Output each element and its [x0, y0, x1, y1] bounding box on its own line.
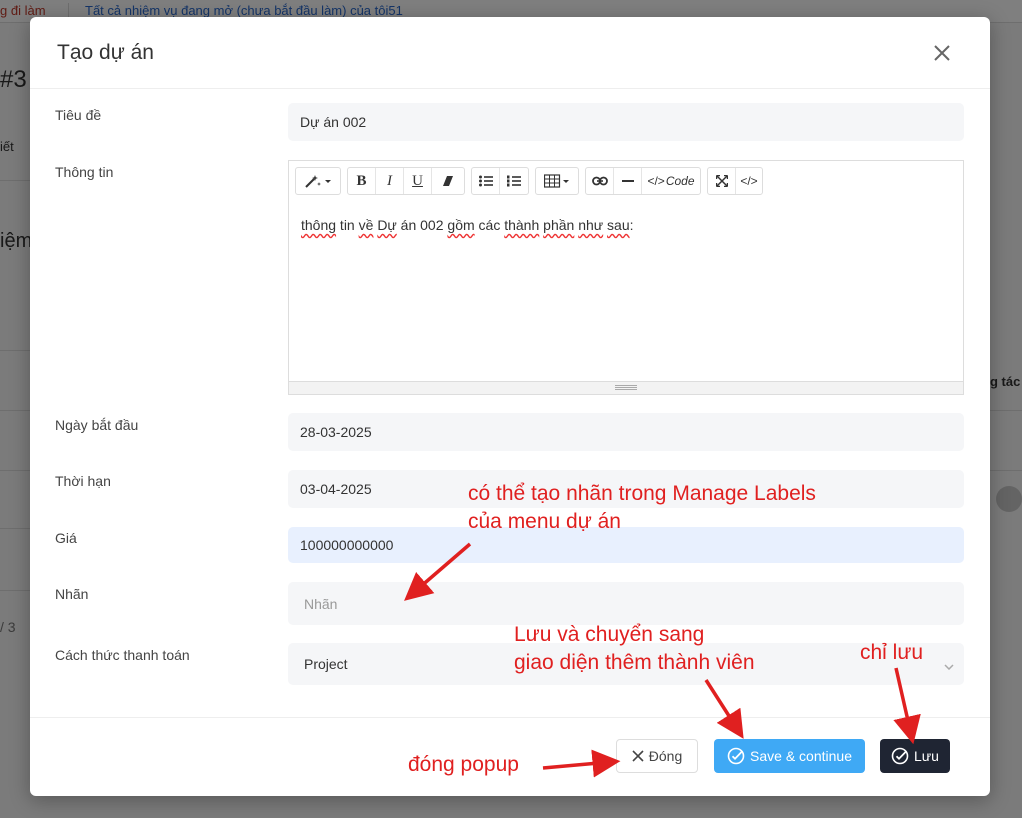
- annotation-save-continue-line1: Lưu và chuyển sang: [514, 623, 705, 646]
- modal-title: Tạo dự án: [57, 41, 154, 64]
- save-continue-label: Save & continue: [750, 748, 852, 764]
- payment-method-value: Project: [304, 656, 348, 672]
- bold-icon[interactable]: B: [348, 168, 376, 194]
- font-style-group: B I U: [347, 167, 465, 195]
- view-group: </>: [707, 167, 763, 195]
- start-date-input[interactable]: 28-03-2025: [288, 413, 964, 451]
- bullet-list-icon[interactable]: [472, 168, 500, 194]
- code-icon: </>: [647, 174, 665, 188]
- modal-header: Tạo dự án: [30, 17, 990, 89]
- annotation-labels-line2: của menu dự án: [468, 510, 621, 533]
- editor-text-part: sau: [607, 217, 630, 233]
- price-input[interactable]: 100000000000: [288, 527, 964, 563]
- deadline-value: 03-04-2025: [300, 481, 372, 497]
- editor-text-part: thông: [301, 217, 337, 233]
- source-code-icon[interactable]: </>: [736, 168, 762, 194]
- editor-text-part: như: [578, 217, 604, 233]
- title-input-value: Dự án 002: [300, 114, 367, 130]
- x-icon: [632, 750, 644, 762]
- editor-text-part: gồm: [447, 217, 475, 233]
- editor-toolbar: B I U </> Code </>: [295, 167, 955, 195]
- save-continue-button[interactable]: Save & continue: [714, 739, 865, 773]
- underline-icon[interactable]: U: [404, 168, 432, 194]
- labels-placeholder: Nhãn: [304, 595, 338, 612]
- close-button[interactable]: Đóng: [616, 739, 698, 773]
- annotation-close-popup: đóng popup: [408, 753, 519, 776]
- title-label: Tiêu đề: [55, 107, 102, 123]
- editor-text-part: về: [358, 217, 374, 233]
- labels-label: Nhãn: [55, 586, 89, 602]
- editor-text-part: Dự: [377, 217, 397, 233]
- create-project-modal: Tạo dự án Tiêu đề Dự án 002 Thông tin B …: [30, 17, 990, 796]
- code-block-button[interactable]: </> Code: [642, 168, 700, 194]
- insert-group: </> Code: [585, 167, 701, 195]
- editor-text-part: :: [629, 217, 634, 233]
- horizontal-rule-icon[interactable]: [614, 168, 642, 194]
- fullscreen-icon[interactable]: [708, 168, 736, 194]
- editor-resize-handle[interactable]: [289, 381, 963, 394]
- table-group: [535, 167, 579, 195]
- numbered-list-icon[interactable]: [500, 168, 528, 194]
- editor-text-part: tin: [336, 217, 359, 233]
- save-button[interactable]: Lưu: [880, 739, 950, 773]
- eraser-icon[interactable]: [432, 168, 464, 194]
- list-group: [471, 167, 529, 195]
- table-icon[interactable]: [536, 168, 578, 194]
- start-date-value: 28-03-2025: [300, 424, 372, 440]
- editor-text-part: thành: [504, 217, 540, 233]
- editor-content[interactable]: thông tin về Dự án 002 gồm các thành phầ…: [301, 217, 634, 233]
- info-label: Thông tin: [55, 164, 114, 180]
- start-date-label: Ngày bắt đầu: [55, 417, 139, 433]
- save-button-label: Lưu: [914, 748, 939, 764]
- check-circle-icon: [891, 747, 909, 765]
- annotation-labels-line1: có thể tạo nhãn trong Manage Labels: [468, 482, 816, 505]
- chevron-down-icon: [944, 664, 954, 670]
- editor-text-part: án 002: [396, 217, 448, 233]
- rich-text-editor: B I U </> Code </> thông tin về Dự án 00…: [288, 160, 964, 395]
- annotation-save-only: chỉ lưu: [860, 641, 924, 664]
- editor-text-part: phần: [543, 217, 575, 233]
- price-label: Giá: [55, 530, 77, 546]
- deadline-label: Thời hạn: [55, 473, 111, 489]
- close-icon[interactable]: [928, 39, 956, 67]
- italic-icon[interactable]: I: [376, 168, 404, 194]
- labels-input[interactable]: Nhãn: [288, 582, 964, 625]
- title-input[interactable]: Dự án 002: [288, 103, 964, 141]
- payment-method-label: Cách thức thanh toán: [55, 647, 190, 663]
- style-group: [295, 167, 341, 195]
- annotation-save-continue-line2: giao diện thêm thành viên: [514, 651, 755, 674]
- resize-grip-icon: [615, 385, 637, 390]
- editor-text-part: các: [474, 217, 505, 233]
- close-button-label: Đóng: [648, 748, 683, 764]
- code-block-label: Code: [665, 174, 695, 188]
- price-value: 100000000000: [300, 537, 394, 553]
- link-icon[interactable]: [586, 168, 614, 194]
- magic-style-icon[interactable]: [296, 168, 340, 194]
- check-circle-icon: [727, 747, 745, 765]
